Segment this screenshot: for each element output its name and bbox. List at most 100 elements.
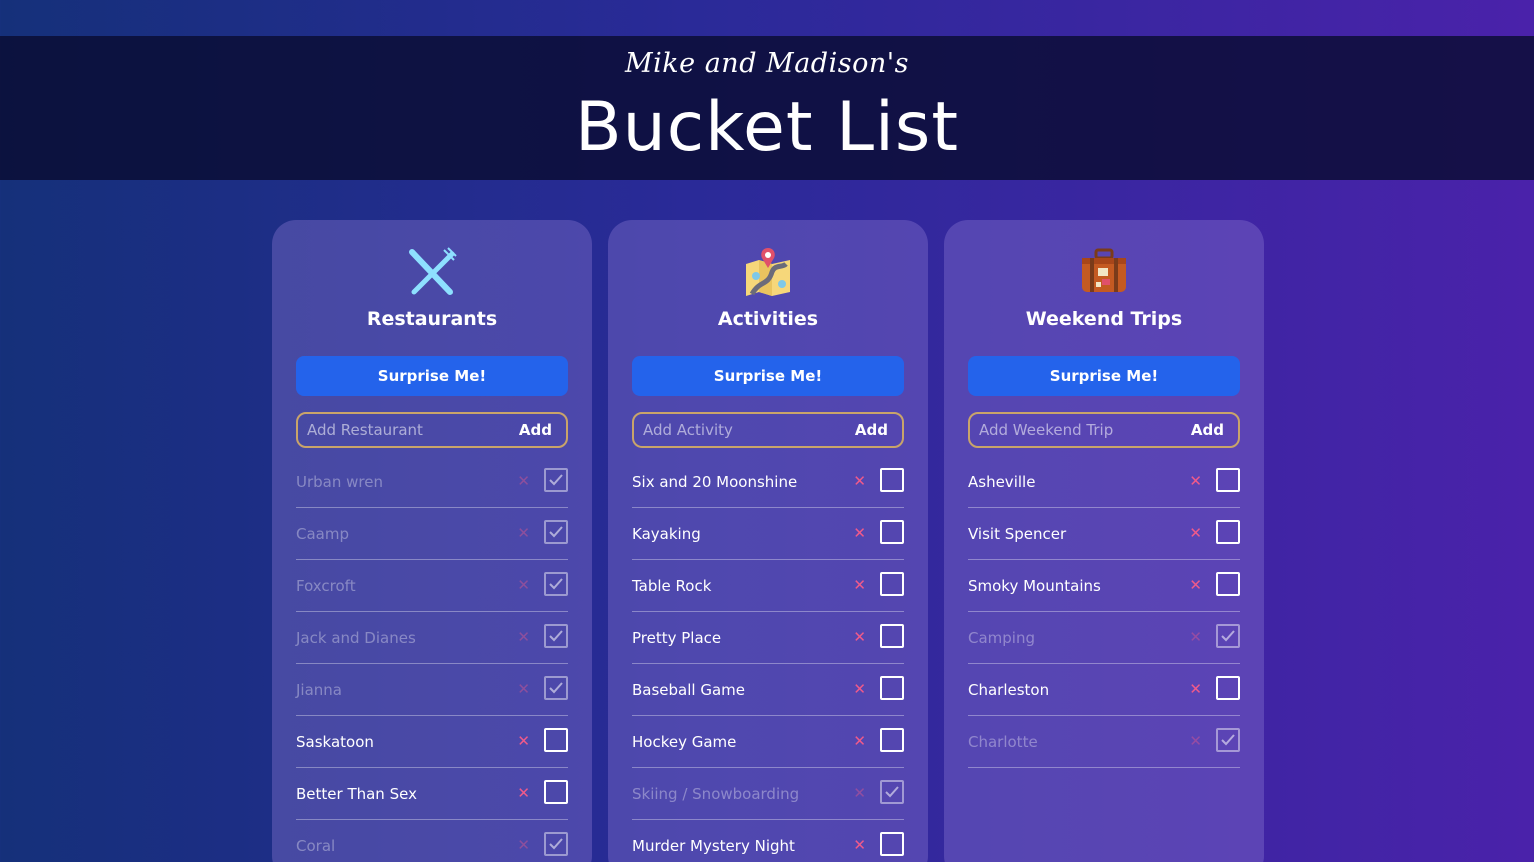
delete-icon[interactable]: ✕ — [853, 471, 866, 491]
list-item: Caamp ✕ — [296, 508, 568, 560]
list-item: Hockey Game ✕ — [632, 716, 904, 768]
done-checkbox[interactable] — [1216, 572, 1240, 596]
suitcase-icon — [1076, 244, 1132, 300]
checkmark-icon — [1221, 734, 1235, 746]
activities-add-form: Add — [632, 412, 904, 448]
restaurants-add-input[interactable] — [307, 421, 497, 439]
done-checkbox[interactable] — [544, 572, 568, 596]
restaurants-add-button[interactable]: Add — [519, 421, 552, 439]
weekend-trips-surprise-button[interactable]: Surprise Me! — [968, 356, 1240, 396]
done-checkbox[interactable] — [1216, 520, 1240, 544]
cards-container: Restaurants Surprise Me! Add Urban wren✕… — [272, 220, 1264, 862]
done-checkbox[interactable] — [880, 832, 904, 856]
delete-icon[interactable]: ✕ — [1189, 523, 1202, 543]
restaurants-list: Urban wren ✕ Caamp ✕ Foxcroft ✕ Jack and Diane… — [296, 456, 568, 862]
done-checkbox[interactable] — [544, 780, 568, 804]
checkmark-icon — [549, 578, 563, 590]
checkmark-icon — [549, 838, 563, 850]
list-item: Saskatoon ✕ — [296, 716, 568, 768]
list-item: Kayaking ✕ — [632, 508, 904, 560]
list-item: Coral ✕ — [296, 820, 568, 862]
activities-add-input[interactable] — [643, 421, 833, 439]
list-item: Asheville ✕ — [968, 456, 1240, 508]
list-item: Six and 20 Moonshine ✕ — [632, 456, 904, 508]
activities-add-button[interactable]: Add — [855, 421, 888, 439]
activities-surprise-button[interactable]: Surprise Me! — [632, 356, 904, 396]
header-banner: Mike and Madison's Bucket List — [0, 36, 1534, 180]
weekend-trips-card: Weekend Trips Surprise Me! Add Asheville… — [944, 220, 1264, 862]
delete-icon[interactable]: ✕ — [853, 783, 866, 803]
list-item: Camping ✕ — [968, 612, 1240, 664]
delete-icon[interactable]: ✕ — [517, 471, 530, 491]
delete-icon[interactable]: ✕ — [853, 627, 866, 647]
restaurants-card: Restaurants Surprise Me! Add Urban wren✕… — [272, 220, 592, 862]
list-item: Skiing / Snowboarding ✕ — [632, 768, 904, 820]
checkmark-icon — [549, 474, 563, 486]
activities-list: Six and 20 Moonshine ✕ Kayaking ✕ Table Rock… — [632, 456, 904, 862]
delete-icon[interactable]: ✕ — [853, 523, 866, 543]
delete-icon[interactable]: ✕ — [1189, 627, 1202, 647]
delete-icon[interactable]: ✕ — [517, 523, 530, 543]
list-item: Visit Spencer ✕ — [968, 508, 1240, 560]
done-checkbox[interactable] — [544, 676, 568, 700]
restaurants-title: Restaurants — [366, 308, 498, 330]
done-checkbox[interactable] — [544, 520, 568, 544]
list-item: Better Than Sex ✕ — [296, 768, 568, 820]
checkmark-icon — [549, 630, 563, 642]
list-item: Charlotte ✕ — [968, 716, 1240, 768]
list-item: Foxcroft ✕ — [296, 560, 568, 612]
delete-icon[interactable]: ✕ — [517, 783, 530, 803]
done-checkbox[interactable] — [880, 676, 904, 700]
done-checkbox[interactable] — [1216, 624, 1240, 648]
activities-title: Activities — [717, 308, 819, 330]
list-item: Urban wren ✕ — [296, 456, 568, 508]
checkmark-icon — [885, 786, 899, 798]
list-item: Baseball Game ✕ — [632, 664, 904, 716]
done-checkbox[interactable] — [880, 728, 904, 752]
delete-icon[interactable]: ✕ — [853, 575, 866, 595]
activities-card: Activities Surprise Me! Add Six and 20 M… — [608, 220, 928, 862]
done-checkbox[interactable] — [880, 468, 904, 492]
delete-icon[interactable]: ✕ — [853, 731, 866, 751]
delete-icon[interactable]: ✕ — [517, 835, 530, 855]
delete-icon[interactable]: ✕ — [517, 731, 530, 751]
checkmark-icon — [549, 526, 563, 538]
map-pin-icon — [740, 244, 796, 300]
list-item: Smoky Mountains ✕ — [968, 560, 1240, 612]
done-checkbox[interactable] — [544, 832, 568, 856]
delete-icon[interactable]: ✕ — [853, 679, 866, 699]
delete-icon[interactable]: ✕ — [1189, 575, 1202, 595]
weekend-trips-add-button[interactable]: Add — [1191, 421, 1224, 439]
list-item: Pretty Place ✕ — [632, 612, 904, 664]
delete-icon[interactable]: ✕ — [517, 575, 530, 595]
done-checkbox[interactable] — [544, 468, 568, 492]
done-checkbox[interactable] — [880, 572, 904, 596]
delete-icon[interactable]: ✕ — [517, 627, 530, 647]
checkmark-icon — [1221, 630, 1235, 642]
list-item: Charleston ✕ — [968, 664, 1240, 716]
done-checkbox[interactable] — [880, 520, 904, 544]
list-item: Jack and Dianes ✕ — [296, 612, 568, 664]
delete-icon[interactable]: ✕ — [517, 679, 530, 699]
delete-icon[interactable]: ✕ — [1189, 731, 1202, 751]
delete-icon[interactable]: ✕ — [1189, 471, 1202, 491]
weekend-trips-add-input[interactable] — [979, 421, 1169, 439]
done-checkbox[interactable] — [1216, 676, 1240, 700]
done-checkbox[interactable] — [544, 728, 568, 752]
checkmark-icon — [549, 682, 563, 694]
list-item: Jianna ✕ — [296, 664, 568, 716]
done-checkbox[interactable] — [1216, 468, 1240, 492]
done-checkbox[interactable] — [880, 780, 904, 804]
list-item: Table Rock ✕ — [632, 560, 904, 612]
weekend-trips-title: Weekend Trips — [1025, 308, 1183, 330]
page-title: Bucket List — [574, 88, 960, 167]
fork-knife-icon — [404, 244, 460, 300]
done-checkbox[interactable] — [880, 624, 904, 648]
done-checkbox[interactable] — [1216, 728, 1240, 752]
done-checkbox[interactable] — [544, 624, 568, 648]
restaurants-surprise-button[interactable]: Surprise Me! — [296, 356, 568, 396]
delete-icon[interactable]: ✕ — [853, 835, 866, 855]
weekend-trips-list: Asheville ✕ Visit Spencer ✕ Smoky Mountains ✕… — [968, 456, 1240, 768]
restaurants-add-form: Add — [296, 412, 568, 448]
delete-icon[interactable]: ✕ — [1189, 679, 1202, 699]
